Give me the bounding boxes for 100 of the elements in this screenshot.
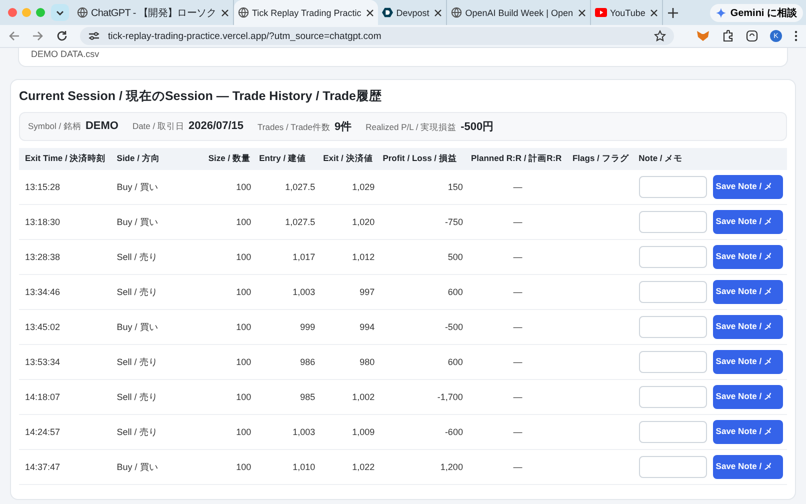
close-icon[interactable] bbox=[578, 8, 586, 16]
save-note-button[interactable]: Save Note / メ bbox=[712, 420, 783, 444]
note-field[interactable] bbox=[638, 281, 707, 303]
note-field[interactable] bbox=[638, 316, 707, 338]
note-field[interactable] bbox=[638, 421, 707, 443]
file-name: DEMO DATA.csv bbox=[31, 49, 100, 59]
column-header: Planned R:R / 計画R:R bbox=[466, 148, 568, 170]
column-header: Exit / 決済値 bbox=[319, 148, 379, 170]
table-cell: — bbox=[466, 240, 568, 274]
summary-value: DEMO bbox=[85, 120, 118, 132]
save-note-button[interactable]: Save Note / メ bbox=[712, 455, 783, 479]
table-cell: 100 bbox=[204, 274, 256, 310]
table-cell: — bbox=[466, 204, 568, 240]
table-cell: 600 bbox=[378, 344, 467, 380]
table-cell: Sell / 売り bbox=[112, 274, 204, 310]
table-cell: 980 bbox=[319, 344, 379, 380]
fox-icon[interactable] bbox=[696, 30, 710, 42]
table-cell: 100 bbox=[204, 380, 256, 414]
table-cell: 1,012 bbox=[319, 240, 379, 274]
reload-icon[interactable] bbox=[56, 30, 68, 42]
section-title: Current Session / 現在のSession — Trade History / Trade履歴 bbox=[19, 88, 384, 105]
table-cell: Sell / 売り bbox=[112, 380, 204, 414]
back-icon[interactable] bbox=[8, 30, 20, 42]
save-note-button[interactable]: Save Note / メ bbox=[712, 280, 783, 304]
table-cell: 1,029 bbox=[319, 170, 379, 204]
tab-search-button[interactable] bbox=[51, 4, 69, 21]
gemini-button[interactable]: Gemini に相談 bbox=[710, 4, 803, 22]
note-field[interactable] bbox=[638, 246, 707, 268]
note-field[interactable] bbox=[638, 351, 707, 373]
summary-label: Trades / Trade件数 bbox=[258, 122, 331, 134]
table-cell: 13:15:28 bbox=[19, 170, 113, 204]
save-note-button[interactable]: Save Note / メ bbox=[712, 385, 783, 409]
table-cell: 100 bbox=[204, 450, 256, 484]
table-cell: 100 bbox=[204, 170, 256, 204]
column-header: Size / 数量 bbox=[204, 148, 256, 170]
close-icon[interactable] bbox=[650, 8, 658, 16]
table-cell: — bbox=[466, 170, 568, 204]
table-cell: 14:18:07 bbox=[19, 380, 113, 414]
sparkle-icon bbox=[716, 8, 726, 18]
table-cell: 1,002 bbox=[319, 380, 379, 414]
play-icon bbox=[594, 8, 607, 17]
column-header: Exit Time / 決済時刻 bbox=[19, 148, 113, 170]
table-cell: — bbox=[466, 380, 568, 414]
note-field[interactable] bbox=[638, 386, 707, 408]
table-cell: 1,020 bbox=[319, 204, 379, 240]
close-icon[interactable] bbox=[434, 8, 442, 16]
close-window-icon[interactable] bbox=[8, 8, 17, 17]
column-header: Side / 方向 bbox=[112, 148, 204, 170]
table-cell: — bbox=[466, 414, 568, 450]
table-cell: 994 bbox=[319, 310, 379, 344]
note-field[interactable] bbox=[638, 211, 707, 233]
table-cell: 1,022 bbox=[319, 450, 379, 484]
table-cell: — bbox=[466, 310, 568, 344]
new-tab-icon[interactable] bbox=[668, 8, 678, 18]
table-cell: 100 bbox=[204, 414, 256, 450]
maximize-window-icon[interactable] bbox=[36, 8, 45, 17]
globe-icon bbox=[77, 7, 88, 18]
address-field[interactable]: tick-replay-trading-practice.vercel.app/?utm_source=chatgpt.com bbox=[80, 27, 674, 45]
table-cell: 100 bbox=[204, 204, 256, 240]
table-cell: Buy / 買い bbox=[112, 450, 204, 484]
site-settings-icon[interactable] bbox=[88, 30, 100, 42]
table-cell: 1,009 bbox=[319, 414, 379, 450]
table-cell: — bbox=[466, 344, 568, 380]
note-field[interactable] bbox=[638, 456, 707, 478]
table-cell: 13:34:46 bbox=[19, 274, 113, 310]
save-note-button[interactable]: Save Note / メ bbox=[712, 315, 783, 339]
browser-tab[interactable]: Tick Replay Trading Practic bbox=[234, 0, 378, 25]
save-note-button[interactable]: Save Note / メ bbox=[712, 350, 783, 374]
table-cell: 14:37:47 bbox=[19, 450, 113, 484]
summary-label: Date / 取引日 bbox=[132, 121, 184, 133]
hexagon-icon bbox=[382, 7, 394, 18]
close-icon[interactable] bbox=[366, 8, 374, 16]
column-header: Note / メモ bbox=[634, 148, 787, 170]
save-note-button[interactable]: Save Note / メ bbox=[712, 210, 783, 234]
table-cell: 1,017 bbox=[255, 240, 320, 274]
table-cell: 985 bbox=[255, 380, 320, 414]
note-field[interactable] bbox=[638, 176, 707, 198]
table-cell: 999 bbox=[255, 310, 320, 344]
table-cell: 13:53:34 bbox=[19, 344, 113, 380]
table-cell: 1,010 bbox=[255, 450, 320, 484]
save-note-button[interactable]: Save Note / メ bbox=[712, 175, 783, 199]
puzzle-icon[interactable] bbox=[722, 30, 734, 42]
table-cell: -750 bbox=[378, 204, 467, 240]
table-cell: — bbox=[466, 450, 568, 484]
bookmark-star-icon[interactable] bbox=[654, 30, 666, 42]
table-cell: Buy / 買い bbox=[112, 310, 204, 344]
table-cell: 986 bbox=[255, 344, 320, 380]
save-note-button[interactable]: Save Note / メ bbox=[712, 245, 783, 269]
table-cell: -500 bbox=[378, 310, 467, 344]
table-cell: 997 bbox=[319, 274, 379, 310]
column-header: Flags / フラグ bbox=[568, 148, 635, 170]
table-cell: 100 bbox=[204, 240, 256, 274]
forward-icon[interactable] bbox=[32, 30, 44, 42]
menu-icon[interactable] bbox=[794, 30, 798, 42]
refresh-badge-icon[interactable] bbox=[746, 30, 758, 42]
table-cell: 100 bbox=[204, 310, 256, 344]
table-cell: Sell / 売り bbox=[112, 240, 204, 274]
globe-icon bbox=[238, 7, 249, 18]
close-icon[interactable] bbox=[221, 8, 229, 16]
table-cell: -1,700 bbox=[378, 380, 467, 414]
